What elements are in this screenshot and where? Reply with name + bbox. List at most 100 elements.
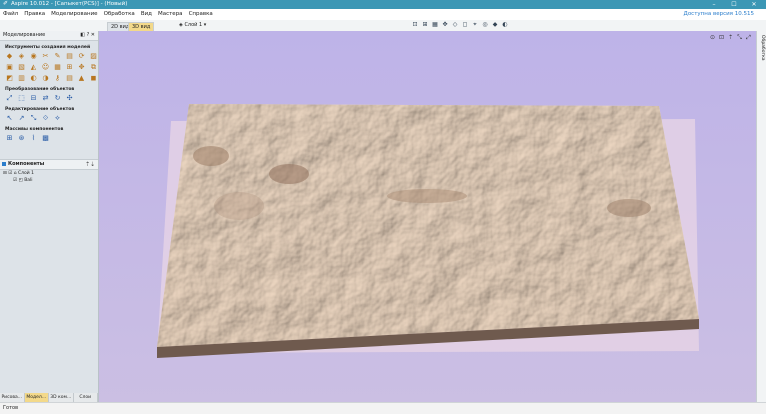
image-icon[interactable]: ▨	[89, 52, 98, 61]
tree-item-row[interactable]: ☑ ◰ Bali	[0, 177, 98, 184]
shade-icon[interactable]: ◆	[491, 21, 499, 29]
tab-3d-view[interactable]: 3D вид	[128, 22, 155, 31]
component-icon: ◰	[18, 178, 23, 183]
key-icon[interactable]: ⚷	[53, 74, 62, 83]
move-icon[interactable]: ✥	[77, 63, 86, 72]
face-icon[interactable]: ☺	[41, 63, 50, 72]
update-available-link[interactable]: Доступна версия 10.515	[684, 10, 754, 19]
offset-icon[interactable]: ⟡	[53, 114, 62, 123]
expand-icon[interactable]: ⊟	[3, 171, 7, 176]
move-object-icon[interactable]: ⤢	[5, 94, 14, 103]
target-icon[interactable]: ◎	[481, 21, 489, 29]
iso-view-icon[interactable]: ◇	[451, 21, 459, 29]
create-tools-grid: ◆ ◈ ◉ ✂ ✎ ▤ ⟳ ▨ ▣ ▧ ◭ ☺ ▦ ⊞ ✥ ⧉ ◩ ▥ ◐ ◑ …	[5, 52, 98, 83]
zoom-icon[interactable]: ⊞	[421, 21, 429, 29]
cut-icon[interactable]: ✂	[41, 52, 50, 61]
menu-view[interactable]: Вид	[141, 10, 152, 19]
view-icons: ⊡ ⊞ ▦ ✥ ◇ ◻ ⌖ ◎ ◆ ◐	[411, 21, 509, 29]
tab-3d-components[interactable]: 3D ком...	[49, 393, 74, 402]
grid-array-icon[interactable]: ⊞	[5, 134, 14, 143]
transform-icon[interactable]: ✣	[65, 94, 74, 103]
select-icon[interactable]: ⌖	[471, 21, 479, 29]
mirror-icon[interactable]: ⇄	[41, 94, 50, 103]
machining-tab-label[interactable]: Обработка	[758, 35, 766, 61]
panel-header-icons[interactable]: ◧ ? ✕	[80, 31, 95, 40]
pan-icon[interactable]: ✥	[441, 21, 449, 29]
tab-drawing[interactable]: Рисова...	[0, 393, 25, 402]
layer-tool-icon[interactable]: ▥	[17, 74, 26, 83]
mesh-icon[interactable]: ⊞	[65, 63, 74, 72]
menu-modeling[interactable]: Моделирование	[51, 10, 97, 19]
fade-icon[interactable]: ◐	[29, 74, 38, 83]
smooth-edit-icon[interactable]: ↗	[17, 114, 26, 123]
sort-arrows-icon[interactable]: ⇡⇣	[85, 160, 95, 169]
slice-icon[interactable]: ◩	[5, 74, 14, 83]
close-button[interactable]: ✕	[744, 0, 764, 9]
mold-icon[interactable]: ◭	[29, 63, 38, 72]
sweep-icon[interactable]: ◉	[29, 52, 38, 61]
panel-title: Моделирование	[3, 32, 46, 38]
machining-side-panel[interactable]: Обработка	[756, 31, 766, 402]
align-icon[interactable]: ⊟	[29, 94, 38, 103]
grid-icon[interactable]: ▦	[431, 21, 439, 29]
viewport-controls: ⊙ ⊡ ⇡ ⤡ ⤢	[709, 34, 752, 41]
title-bar: ✐ Aspire 10.012 - [Сапыкет(PCS)] - (Новы…	[0, 0, 766, 9]
camera-icon[interactable]: ⊙	[709, 34, 716, 41]
tab-modeling[interactable]: Модел...	[24, 393, 49, 402]
window-controls: – ☐ ✕	[704, 0, 764, 9]
scale-icon[interactable]: ⬚	[17, 94, 26, 103]
zoom-out-icon[interactable]: ⤡	[736, 34, 743, 41]
rotate-icon[interactable]: ↻	[53, 94, 62, 103]
maximize-button[interactable]: ☐	[724, 0, 744, 9]
import-icon[interactable]: ▣	[5, 63, 14, 72]
panel-header: Моделирование ◧ ? ✕	[0, 31, 98, 41]
3d-viewport[interactable]: ⊙ ⊡ ⇡ ⤡ ⤢	[99, 31, 756, 402]
node-edit-icon[interactable]: ↖	[5, 114, 14, 123]
relief-render	[99, 31, 756, 402]
sculpt-icon[interactable]: ✎	[53, 52, 62, 61]
fold-icon[interactable]: ▧	[17, 63, 26, 72]
section-arrays: Массивы компонентов	[5, 127, 64, 132]
tree-layer-row[interactable]: ⊟ ☑ ⌂ Слой 1	[0, 170, 98, 177]
menu-machining[interactable]: Обработка	[104, 10, 135, 19]
fill-array-icon[interactable]: ▩	[41, 134, 50, 143]
circular-array-icon[interactable]: ⊛	[17, 134, 26, 143]
zoom-in-icon[interactable]: ⤢	[745, 34, 752, 41]
path-array-icon[interactable]: ⌇	[29, 134, 38, 143]
grid-tool-icon[interactable]: ▦	[53, 63, 62, 72]
up-arrow-icon[interactable]: ⇡	[727, 34, 734, 41]
bake-icon[interactable]: ◼	[89, 74, 98, 83]
checkbox-icon[interactable]: ☑	[8, 171, 12, 176]
menu-file[interactable]: Файл	[3, 10, 18, 19]
volcano-1	[193, 146, 229, 166]
render-icon[interactable]: ◐	[501, 21, 509, 29]
chevron-down-icon: ▾	[202, 22, 207, 28]
minimize-button[interactable]: –	[704, 0, 724, 9]
trim-icon[interactable]: ⟐	[41, 114, 50, 123]
section-transform: Преобразование объектов	[5, 87, 75, 92]
modeling-panel: Моделирование ◧ ? ✕ Инструменты создания…	[0, 31, 99, 402]
zoom-fit-icon[interactable]: ⊡	[718, 34, 725, 41]
app-icon: ✐	[3, 0, 9, 7]
join-icon[interactable]: ⤡	[29, 114, 38, 123]
volcano-2	[269, 164, 309, 184]
menu-edit[interactable]: Правка	[24, 10, 45, 19]
tab-layers[interactable]: Слои	[74, 393, 98, 402]
extrude-icon[interactable]: ◈	[17, 52, 26, 61]
status-bar: Готов	[0, 402, 766, 414]
menu-help[interactable]: Справка	[189, 10, 213, 19]
tent-icon[interactable]: ▲	[77, 74, 86, 83]
texture-icon[interactable]: ▤	[65, 52, 74, 61]
smooth-icon[interactable]: ◑	[41, 74, 50, 83]
top-view-icon[interactable]: ◻	[461, 21, 469, 29]
shape-icon[interactable]: ◆	[5, 52, 14, 61]
panel-bottom-tabs: Рисова... Модел... 3D ком... Слои	[0, 393, 98, 402]
checkbox-icon[interactable]: ☑	[13, 178, 17, 183]
spin-icon[interactable]: ⟳	[77, 52, 86, 61]
layer-selector[interactable]: ◈ Слой 1 ▾	[179, 22, 206, 29]
tile-icon[interactable]: ▤	[65, 74, 74, 83]
combine-icon[interactable]: ⧉	[89, 63, 98, 72]
menu-wizards[interactable]: Мастера	[158, 10, 183, 19]
fit-view-icon[interactable]: ⊡	[411, 21, 419, 29]
tree-layer-label: Слой 1	[18, 171, 34, 176]
